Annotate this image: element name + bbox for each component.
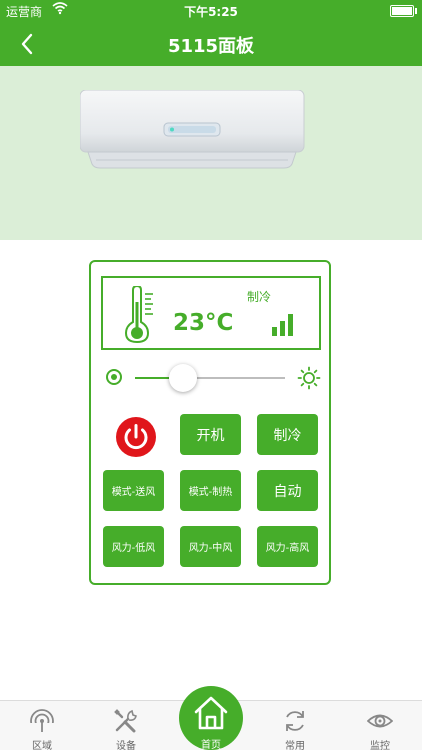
battery-icon — [390, 5, 417, 17]
power-button[interactable] — [115, 416, 157, 462]
temperature-readout: 23°C — [173, 310, 234, 336]
tools-icon — [113, 708, 139, 738]
air-conditioner-image — [80, 90, 305, 169]
fan-medium-button[interactable]: 风力-中风 — [180, 526, 241, 567]
nav-bar: 5115面板 — [0, 20, 422, 66]
tab-favorites[interactable]: 常用 — [253, 701, 337, 752]
slider-track[interactable] — [135, 377, 285, 379]
temperature-slider[interactable] — [91, 358, 329, 398]
mode-fan-button[interactable]: 模式-送风 — [103, 470, 164, 511]
thermometer-icon — [123, 284, 159, 348]
cool-button[interactable]: 制冷 — [257, 414, 318, 455]
tab-home-label: 首页 — [201, 740, 221, 751]
mode-readout: 制冷 — [247, 290, 272, 304]
signal-area-icon — [29, 708, 55, 738]
tab-home[interactable]: 首页 — [179, 686, 243, 751]
slider-thumb[interactable] — [169, 364, 197, 392]
home-icon — [193, 694, 229, 736]
device-hero — [0, 66, 422, 240]
status-display: 制冷 23°C — [101, 276, 321, 350]
fan-low-button[interactable]: 风力-低风 — [103, 526, 164, 567]
status-bar: 运营商 下午5:25 — [0, 0, 422, 20]
control-panel: 制冷 23°C 开机 制冷 模式-送风 模式-制热 自动 风力-低风 风力-中风… — [89, 260, 331, 585]
sun-icon — [297, 366, 321, 394]
tab-devices[interactable]: 设备 — [84, 701, 168, 752]
tab-monitor[interactable]: 监控 — [338, 701, 422, 752]
power-on-button[interactable]: 开机 — [180, 414, 241, 455]
power-icon — [116, 417, 156, 457]
signal-bars-icon — [271, 312, 295, 340]
status-time: 下午5:25 — [184, 5, 238, 19]
page-title: 5115面板 — [167, 36, 255, 57]
mode-heat-button[interactable]: 模式-制热 — [180, 470, 241, 511]
fan-high-button[interactable]: 风力-高风 — [257, 526, 318, 567]
refresh-icon — [282, 708, 308, 738]
tab-area[interactable]: 区域 — [0, 701, 84, 752]
auto-button[interactable]: 自动 — [257, 470, 318, 511]
dot-circle-icon — [105, 368, 123, 390]
eye-icon — [366, 708, 394, 738]
